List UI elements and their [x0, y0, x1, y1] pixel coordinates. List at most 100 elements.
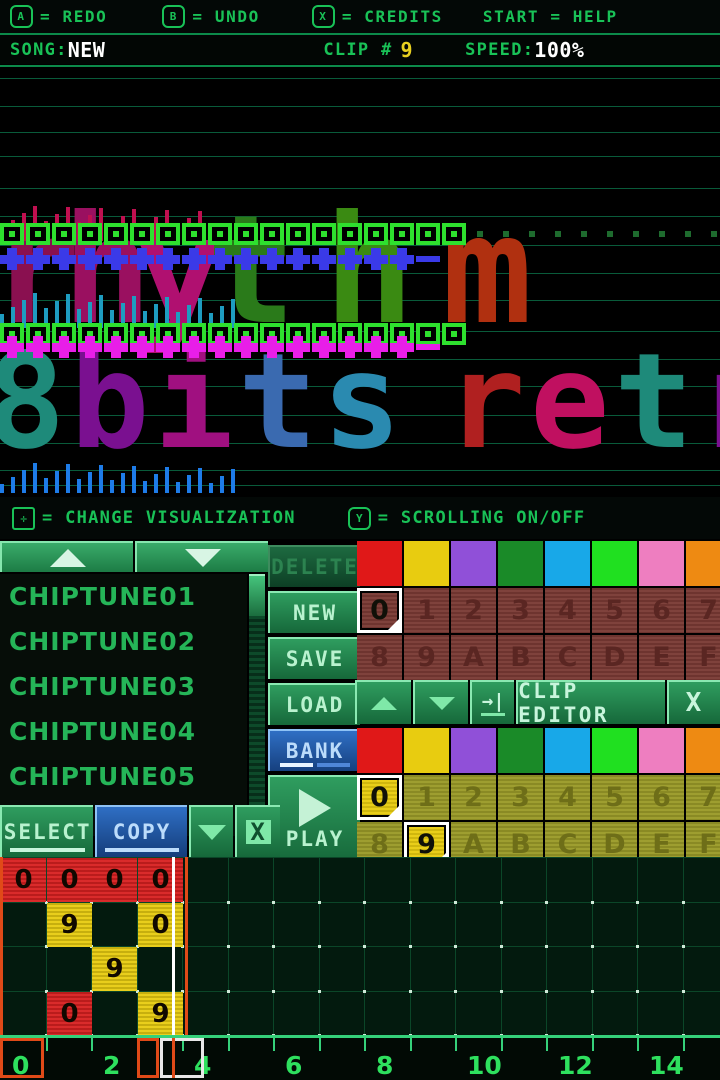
song-list-item[interactable]: CHIPTUNE04 — [0, 709, 247, 754]
song-scroll-up-button[interactable] — [0, 541, 133, 572]
clip-editor-close-button[interactable]: X — [667, 680, 720, 724]
song-list-item[interactable]: CHIPTUNE02 — [0, 619, 247, 664]
copy-tool-button[interactable]: COPY — [95, 805, 187, 857]
clip-cell[interactable]: E — [639, 635, 684, 680]
visualizer-square — [416, 223, 440, 245]
bank-color-swatch[interactable] — [545, 541, 590, 586]
clip-cell[interactable]: C — [545, 635, 590, 680]
clip-cell[interactable]: D — [592, 635, 637, 680]
clip-cell[interactable]: 8 — [357, 635, 402, 680]
sequencer-note-cell[interactable]: 9 — [47, 903, 92, 947]
clip-value[interactable]: 9 — [401, 38, 414, 62]
song-list-item[interactable]: CHIPTUNE03 — [0, 664, 247, 709]
clear-button[interactable]: X — [235, 805, 280, 857]
song-info-bar: SONG: NEW CLIP # 9 SPEED: 100% — [0, 35, 720, 64]
visualizer-bar — [176, 482, 187, 493]
visualizer[interactable]: rhythm8bits retro — [0, 68, 720, 493]
bank-color-swatch[interactable] — [545, 728, 590, 773]
clip-cell[interactable]: 4 — [545, 775, 590, 820]
clip-cell[interactable]: 3 — [498, 775, 543, 820]
song-list-item[interactable]: CHIPTUNE05 — [0, 754, 247, 799]
sequencer-note-cell[interactable]: 0 — [138, 903, 183, 947]
visualizer-plus — [208, 248, 232, 270]
clip-cell[interactable]: 7 — [686, 775, 720, 820]
grid-dot — [591, 901, 594, 904]
sequencer-note-cell[interactable]: 0 — [47, 858, 92, 902]
paste-down-button[interactable] — [188, 805, 234, 857]
scrollbar-track[interactable] — [249, 616, 265, 836]
help-start[interactable]: START = HELP — [483, 7, 618, 26]
ruler-cursor-box[interactable] — [160, 1038, 204, 1078]
clip-cell[interactable]: 1 — [404, 775, 449, 820]
ruler-selection-box[interactable] — [0, 1038, 44, 1078]
song-list[interactable]: CHIPTUNE01 CHIPTUNE02 CHIPTUNE03 CHIPTUNE04… — [0, 574, 247, 836]
help-credits[interactable]: X = CREDITS — [311, 5, 443, 28]
clip-cell[interactable]: 2 — [451, 588, 496, 633]
clip-editor-up-button[interactable] — [355, 680, 411, 724]
loop-marker — [185, 857, 188, 1035]
timeline-ruler[interactable]: 0 2 4 6 8 10 12 14 — [0, 1035, 720, 1080]
bank-color-swatch[interactable] — [451, 541, 496, 586]
bank-color-swatch[interactable] — [498, 728, 543, 773]
clip-bank-row-2[interactable]: 89ABCDEF — [357, 635, 720, 680]
clip-editor-title-button[interactable]: CLIP EDITOR — [516, 679, 666, 727]
clip-cell[interactable]: 5 — [592, 588, 637, 633]
clip-cell[interactable]: 0 — [357, 588, 402, 633]
save-button[interactable]: SAVE — [268, 637, 360, 679]
sequencer-grid[interactable]: 000090909 — [0, 857, 720, 1035]
clip-cell[interactable]: 7 — [686, 588, 720, 633]
song-list-item[interactable]: CHIPTUNE01 — [0, 574, 247, 619]
clip-cell[interactable]: 4 — [545, 588, 590, 633]
select-tool-button[interactable]: SELECT — [0, 805, 94, 857]
bank-color-swatch[interactable] — [357, 728, 402, 773]
clip-cell[interactable]: A — [451, 635, 496, 680]
clip-editor-row-1[interactable]: 01234567 — [357, 775, 720, 820]
speed-value[interactable]: 100% — [534, 38, 584, 62]
bank-color-swatch[interactable] — [592, 728, 637, 773]
bank-button[interactable]: BANK — [268, 729, 360, 771]
scrollbar-thumb[interactable] — [249, 574, 265, 616]
bank-color-swatch[interactable] — [404, 728, 449, 773]
clip-cell[interactable]: 6 — [639, 588, 684, 633]
bank-color-swatch[interactable] — [451, 728, 496, 773]
clip-bank-row-1[interactable]: 01234567 — [357, 588, 720, 633]
clip-cell[interactable]: B — [498, 635, 543, 680]
sequencer-note-cell[interactable]: 0 — [138, 858, 183, 902]
visualizer-bar — [44, 478, 55, 493]
song-scroll-down-button[interactable] — [135, 541, 268, 572]
clip-cell[interactable]: F — [686, 635, 720, 680]
bank-color-swatch[interactable] — [686, 728, 720, 773]
bank-color-swatch[interactable] — [498, 541, 543, 586]
bank-color-swatch[interactable] — [639, 728, 684, 773]
grid-dot — [409, 990, 412, 993]
clip-editor-tab-button[interactable]: →| — [470, 680, 515, 724]
bank-color-swatch[interactable] — [404, 541, 449, 586]
clip-cell[interactable]: 2 — [451, 775, 496, 820]
load-button[interactable]: LOAD — [268, 683, 360, 725]
new-button[interactable]: NEW — [268, 591, 360, 633]
ruler-tick — [319, 1038, 321, 1051]
sequencer-note-cell[interactable]: 0 — [47, 992, 92, 1035]
help-redo[interactable]: A = REDO — [10, 5, 107, 28]
bank-color-swatch[interactable] — [592, 541, 637, 586]
song-list-scrollbar[interactable] — [249, 574, 265, 836]
clip-cell[interactable]: 3 — [498, 588, 543, 633]
clip-cell-label: 6 — [652, 782, 671, 813]
play-button[interactable]: PLAY — [268, 775, 360, 863]
clip-cell[interactable]: 9 — [404, 635, 449, 680]
bank-color-swatch[interactable] — [686, 541, 720, 586]
clip-cell[interactable]: 5 — [592, 775, 637, 820]
song-value[interactable]: NEW — [68, 38, 106, 62]
clip-cell[interactable]: 0 — [357, 775, 402, 820]
bank-color-swatch[interactable] — [639, 541, 684, 586]
help-undo[interactable]: B = UNDO — [162, 5, 259, 28]
bank-color-swatch[interactable] — [357, 541, 402, 586]
sequencer-note-cell[interactable]: 9 — [92, 947, 137, 991]
sequencer-note-cell[interactable]: 9 — [138, 992, 183, 1035]
sequencer-note-cell[interactable]: 0 — [92, 858, 137, 902]
clip-cell[interactable]: 1 — [404, 588, 449, 633]
ruler-marker-box[interactable] — [137, 1038, 159, 1078]
clip-cell[interactable]: 6 — [639, 775, 684, 820]
sequencer-note-cell[interactable]: 0 — [1, 858, 46, 902]
clip-editor-down-button[interactable] — [412, 680, 469, 724]
